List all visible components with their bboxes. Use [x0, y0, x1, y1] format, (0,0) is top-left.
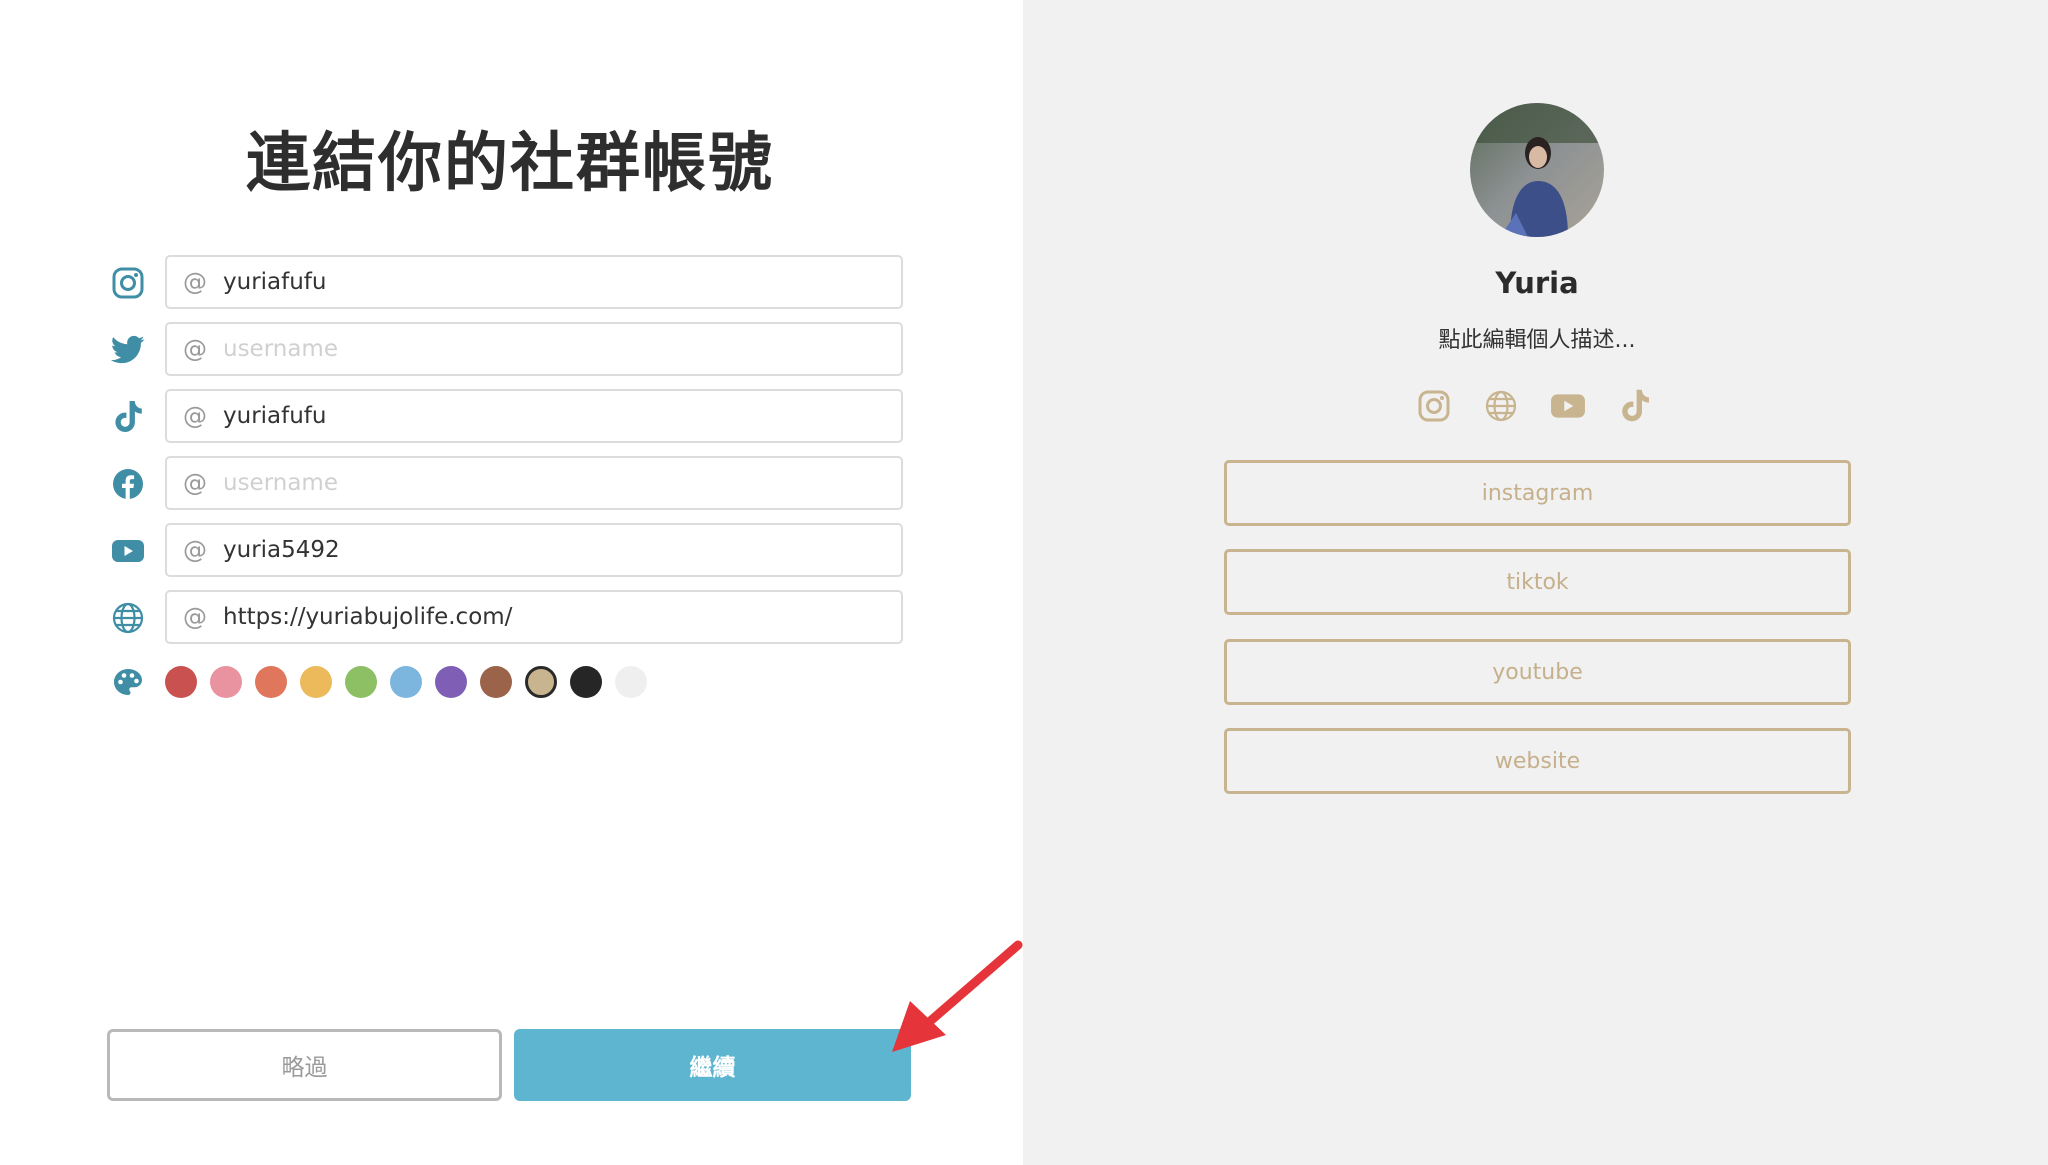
avatar[interactable]	[1470, 103, 1604, 237]
link-button-tiktok[interactable]: tiktok	[1224, 549, 1851, 615]
continue-button[interactable]: 繼續	[514, 1029, 911, 1101]
color-swatch-green[interactable]	[345, 666, 377, 698]
color-palette	[108, 660, 908, 704]
color-swatch-orange[interactable]	[255, 666, 287, 698]
page-title: 連結你的社群帳號	[246, 127, 774, 201]
link-button-instagram[interactable]: instagram	[1224, 460, 1851, 526]
facebook-icon	[108, 464, 148, 504]
twitter-input[interactable]	[223, 336, 863, 362]
color-swatch-brown[interactable]	[480, 666, 512, 698]
color-swatch-beige[interactable]	[525, 666, 557, 698]
youtube-input[interactable]	[223, 537, 863, 563]
tiktok-icon[interactable]	[1615, 386, 1655, 426]
globe-icon[interactable]	[1481, 386, 1521, 426]
tiktok-icon	[108, 397, 148, 437]
at-prefix: @	[183, 536, 207, 564]
globe-icon	[108, 598, 148, 638]
facebook-field[interactable]: @	[165, 456, 903, 510]
at-prefix: @	[183, 268, 207, 296]
youtube-row: @	[108, 523, 908, 581]
instagram-input[interactable]	[223, 269, 863, 295]
color-swatch-pink[interactable]	[210, 666, 242, 698]
color-swatch-black[interactable]	[570, 666, 602, 698]
instagram-row: @	[108, 255, 908, 313]
facebook-input[interactable]	[223, 470, 863, 496]
color-swatch-red[interactable]	[165, 666, 197, 698]
twitter-icon	[108, 330, 148, 370]
youtube-field[interactable]: @	[165, 523, 903, 577]
website-row: @	[108, 590, 908, 648]
instagram-icon	[108, 263, 148, 303]
at-prefix: @	[183, 335, 207, 363]
profile-bio[interactable]: 點此編輯個人描述...	[1337, 322, 1737, 354]
color-swatch-purple[interactable]	[435, 666, 467, 698]
website-input[interactable]	[223, 604, 863, 630]
twitter-row: @	[108, 322, 908, 380]
color-swatch-light-gray[interactable]	[615, 666, 647, 698]
website-field[interactable]: @	[165, 590, 903, 644]
facebook-row: @	[108, 456, 908, 514]
tiktok-field[interactable]: @	[165, 389, 903, 443]
at-prefix: @	[183, 469, 207, 497]
instagram-icon[interactable]	[1414, 386, 1454, 426]
youtube-icon[interactable]	[1548, 386, 1588, 426]
tiktok-row: @	[108, 389, 908, 447]
preview-social-icons	[1410, 386, 1670, 430]
color-swatch-yellow[interactable]	[300, 666, 332, 698]
link-button-youtube[interactable]: youtube	[1224, 639, 1851, 705]
link-button-website[interactable]: website	[1224, 728, 1851, 794]
instagram-field[interactable]: @	[165, 255, 903, 309]
skip-button[interactable]: 略過	[107, 1029, 502, 1101]
twitter-field[interactable]: @	[165, 322, 903, 376]
youtube-icon	[108, 531, 148, 571]
tiktok-input[interactable]	[223, 403, 863, 429]
arrow-annotation	[892, 940, 1023, 1052]
color-swatch-blue[interactable]	[390, 666, 422, 698]
palette-icon	[108, 662, 148, 702]
profile-name[interactable]: Yuria	[1337, 266, 1737, 300]
at-prefix: @	[183, 402, 207, 430]
at-prefix: @	[183, 603, 207, 631]
